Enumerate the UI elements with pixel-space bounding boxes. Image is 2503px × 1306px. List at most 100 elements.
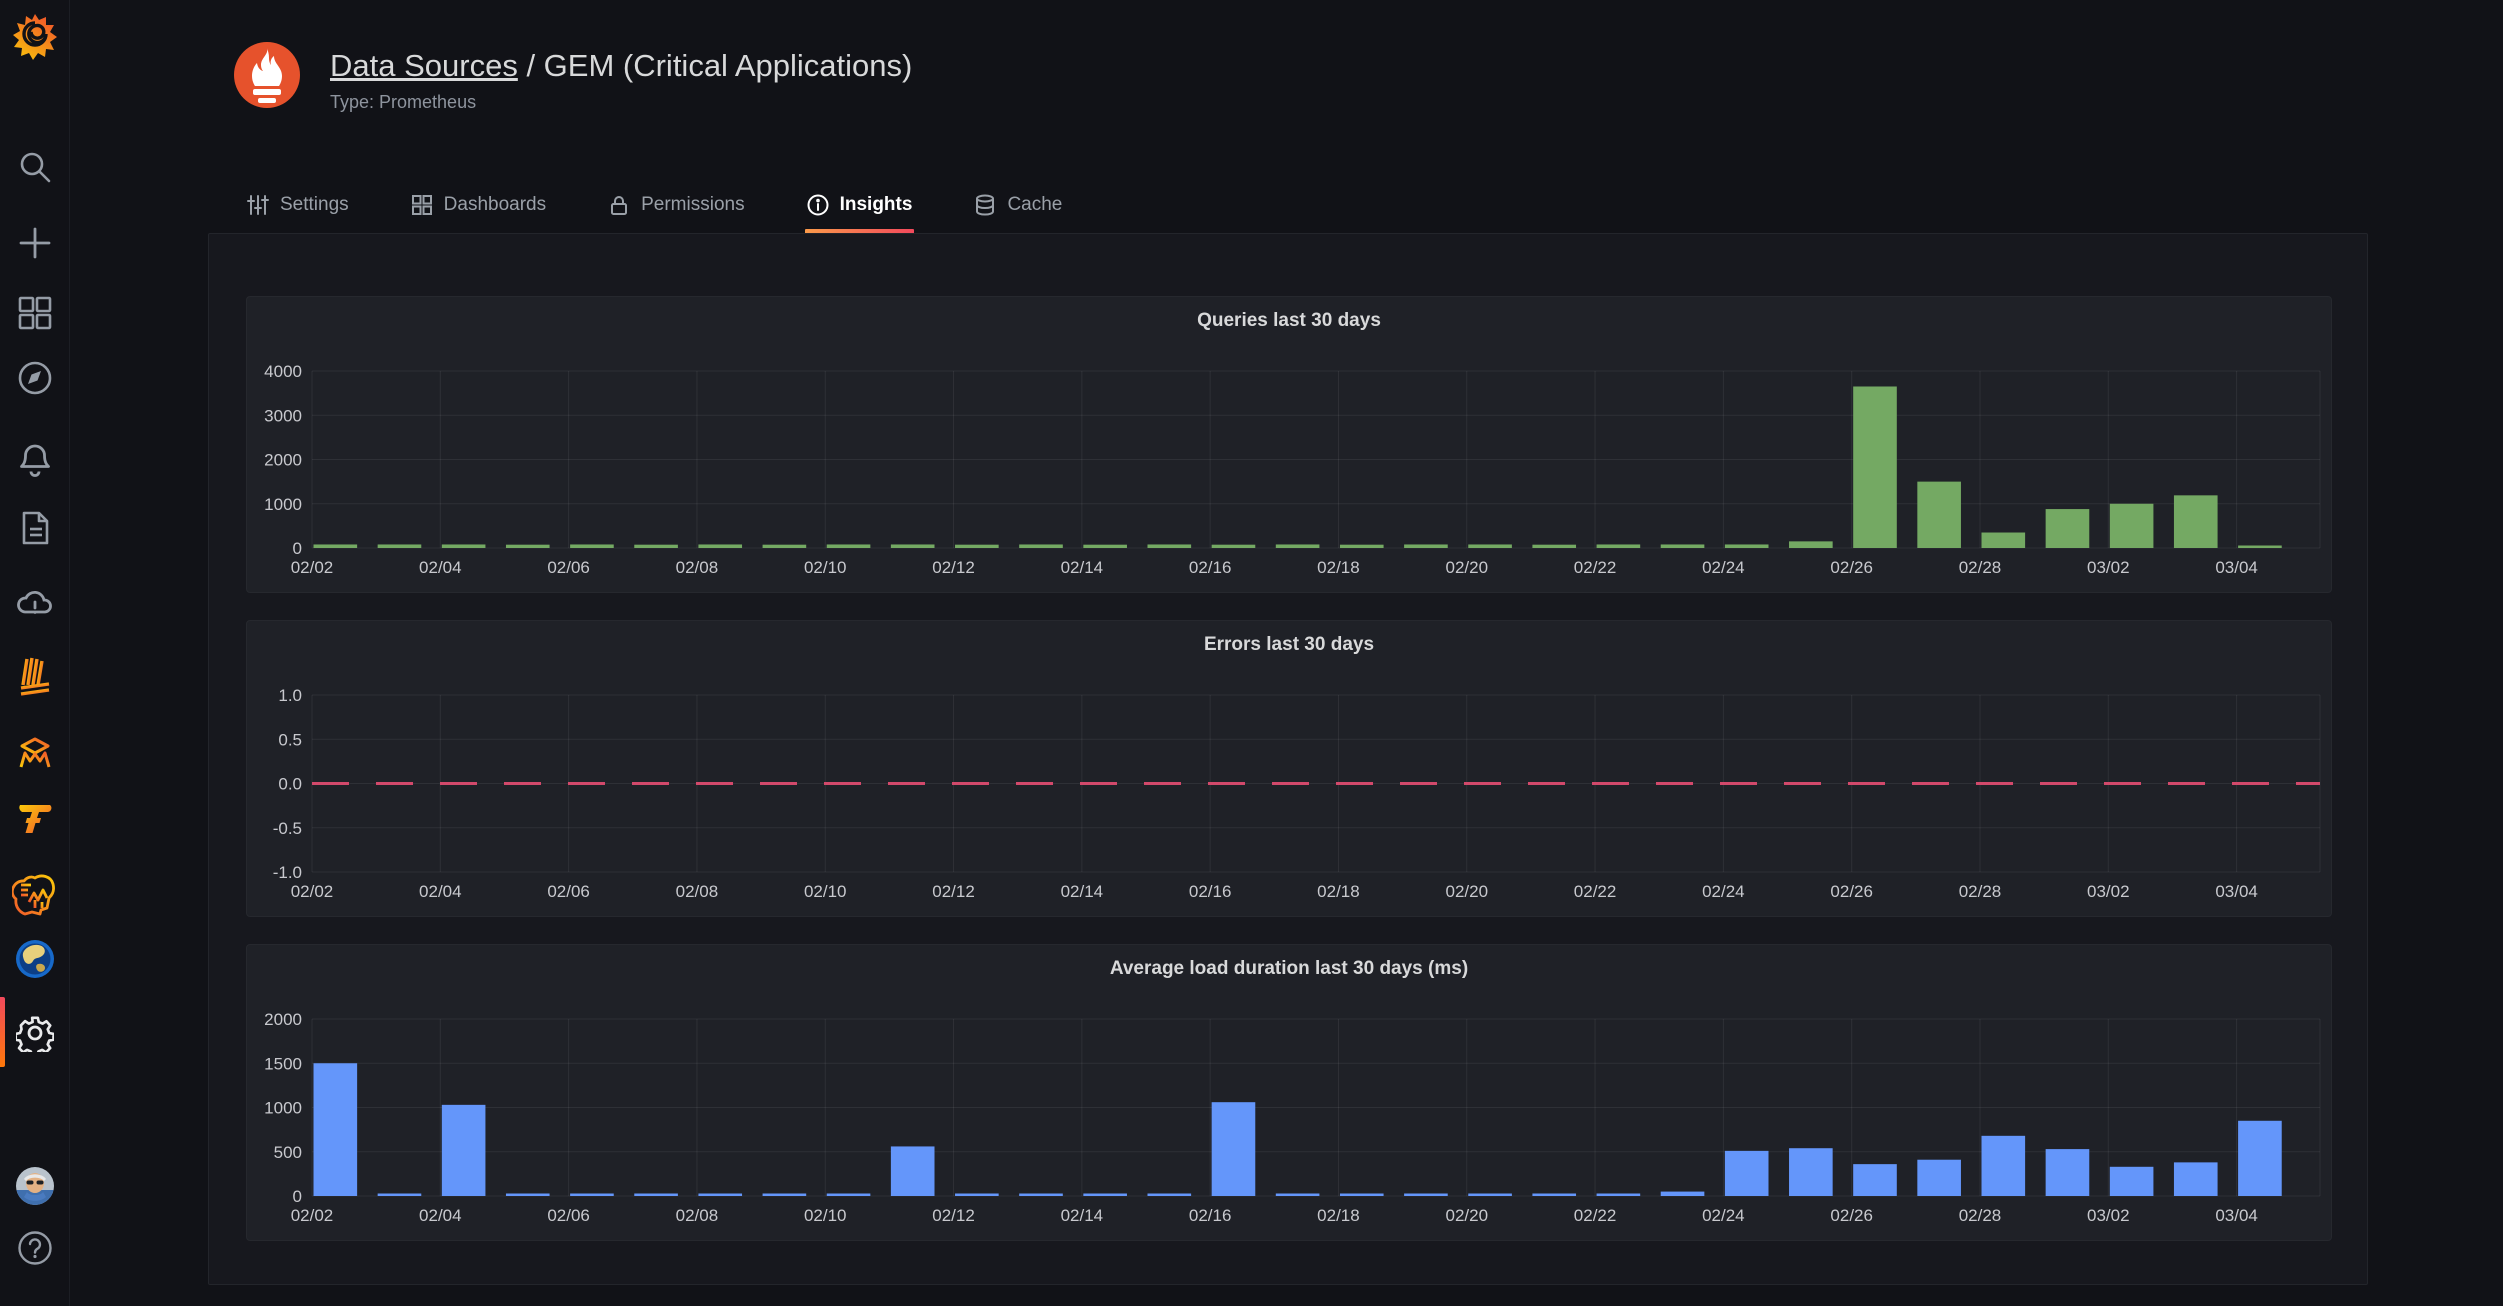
bar-02/18 <box>1340 1194 1384 1197</box>
x-axis-tick-label: 03/02 <box>2087 558 2130 577</box>
x-axis-tick-label: 02/12 <box>932 558 975 577</box>
bar-03/04 <box>2238 546 2282 549</box>
bar-02/24 <box>1725 544 1769 548</box>
alerting-bell-icon[interactable] <box>0 440 70 480</box>
tab-bar: Settings Dashboards Permissions Insights… <box>245 178 1064 232</box>
bar-02/24 <box>1725 1151 1769 1196</box>
bar-02/11 <box>891 544 935 548</box>
bar-02/03 <box>378 544 422 548</box>
bar-02/19 <box>1404 544 1448 548</box>
x-axis-tick-label: 02/22 <box>1574 1206 1617 1225</box>
document-icon[interactable] <box>0 508 70 548</box>
x-axis-tick-label: 02/10 <box>804 1206 847 1225</box>
tab-dashboards[interactable]: Dashboards <box>409 178 548 232</box>
datasource-type-subtitle: Type: Prometheus <box>330 92 912 113</box>
grafana-logo[interactable] <box>0 10 70 64</box>
y-axis-tick-label: 2000 <box>264 1010 302 1029</box>
x-axis-tick-label: 03/04 <box>2215 558 2258 577</box>
tab-permissions[interactable]: Permissions <box>606 178 746 232</box>
x-axis-tick-label: 02/28 <box>1959 558 2002 577</box>
help-icon[interactable] <box>0 1228 70 1268</box>
x-axis-tick-label: 02/08 <box>676 1206 719 1225</box>
bar-02/04 <box>442 544 486 548</box>
x-axis-tick-label: 02/18 <box>1317 882 1360 901</box>
plus-icon[interactable] <box>0 224 70 262</box>
tab-cache-label: Cache <box>1007 194 1062 216</box>
x-axis-tick-label: 02/22 <box>1574 882 1617 901</box>
mimir-app-icon[interactable] <box>0 728 70 772</box>
bar-02/23 <box>1661 1192 1705 1196</box>
x-axis-tick-label: 02/24 <box>1702 882 1745 901</box>
bar-02/06 <box>570 544 614 548</box>
sliders-icon <box>247 194 269 216</box>
bar-02/07 <box>634 1194 678 1197</box>
bar-03/01 <box>2046 1149 2090 1196</box>
bar-02/12 <box>955 545 999 548</box>
bar-02/25 <box>1789 541 1833 548</box>
user-avatar[interactable] <box>0 1166 70 1206</box>
x-axis-tick-label: 02/10 <box>804 882 847 901</box>
dashboards-grid-icon[interactable] <box>0 294 70 332</box>
worldping-globe-icon[interactable] <box>0 938 70 980</box>
cloud-alert-icon[interactable] <box>0 583 70 623</box>
database-icon <box>974 194 996 216</box>
breadcrumb-link-data-sources[interactable]: Data Sources <box>330 48 518 83</box>
x-axis-tick-label: 02/02 <box>291 1206 334 1225</box>
bar-02/06 <box>570 1194 614 1197</box>
errors-chart-plot[interactable]: -1.0-0.50.00.51.002/0202/0402/0602/0802/… <box>247 621 2331 916</box>
x-axis-tick-label: 02/28 <box>1959 882 2002 901</box>
breadcrumb-separator: / <box>518 48 544 83</box>
bar-02/05 <box>506 1194 550 1197</box>
bar-02/25 <box>1789 1148 1833 1196</box>
tab-settings[interactable]: Settings <box>245 178 351 232</box>
bar-02/14 <box>1083 1194 1127 1197</box>
x-axis-tick-label: 02/08 <box>676 882 719 901</box>
y-axis-tick-label: 500 <box>274 1143 302 1162</box>
errors-panel: Errors last 30 days -1.0-0.50.00.51.002/… <box>246 620 2332 917</box>
bar-02/22 <box>1597 544 1641 548</box>
x-axis-tick-label: 02/10 <box>804 558 847 577</box>
y-axis-tick-label: 4000 <box>264 362 302 381</box>
bar-02/27 <box>1917 482 1961 548</box>
page-title: GEM (Critical Applications) <box>544 48 913 83</box>
x-axis-tick-label: 02/26 <box>1830 558 1873 577</box>
bar-02/09 <box>763 545 807 548</box>
x-axis-tick-label: 02/06 <box>547 1206 590 1225</box>
bar-02/03 <box>378 1194 422 1197</box>
tab-insights-label: Insights <box>840 194 913 216</box>
search-icon[interactable] <box>0 148 70 186</box>
bar-02/20 <box>1468 1194 1512 1197</box>
x-axis-tick-label: 02/18 <box>1317 558 1360 577</box>
bar-02/07 <box>634 545 678 548</box>
bar-02/09 <box>763 1194 807 1197</box>
bar-02/16 <box>1212 1102 1256 1196</box>
loki-app-icon[interactable] <box>0 655 70 699</box>
tempo-app-icon[interactable] <box>0 796 70 840</box>
explore-compass-icon[interactable] <box>0 359 70 397</box>
bar-02/17 <box>1276 1194 1320 1197</box>
x-axis-tick-label: 02/22 <box>1574 558 1617 577</box>
y-axis-tick-label: 1.0 <box>278 686 302 705</box>
page-header: Data Sources / GEM (Critical Application… <box>232 40 912 113</box>
tab-cache[interactable]: Cache <box>972 178 1064 232</box>
x-axis-tick-label: 02/18 <box>1317 1206 1360 1225</box>
configuration-gear-icon[interactable] <box>0 1013 70 1053</box>
load-duration-chart-plot[interactable]: 050010001500200002/0202/0402/0602/0802/1… <box>247 945 2331 1240</box>
bar-02/05 <box>506 545 550 548</box>
bar-02/04 <box>442 1105 486 1196</box>
machine-learning-brain-icon[interactable] <box>0 870 70 918</box>
bar-02/11 <box>891 1146 935 1196</box>
tab-insights[interactable]: Insights <box>805 178 915 232</box>
bar-02/23 <box>1661 544 1705 548</box>
bar-02/13 <box>1019 544 1063 548</box>
load-duration-panel: Average load duration last 30 days (ms) … <box>246 944 2332 1241</box>
x-axis-tick-label: 02/20 <box>1445 558 1488 577</box>
queries-chart-plot[interactable]: 0100020003000400002/0202/0402/0602/0802/… <box>247 297 2331 592</box>
x-axis-tick-label: 03/04 <box>2215 1206 2258 1225</box>
bar-02/26 <box>1853 386 1897 548</box>
bar-02/26 <box>1853 1164 1897 1196</box>
y-axis-tick-label: 1000 <box>264 495 302 514</box>
x-axis-tick-label: 02/04 <box>419 882 462 901</box>
bar-02/17 <box>1276 544 1320 548</box>
bar-02/28 <box>1981 1136 2025 1196</box>
